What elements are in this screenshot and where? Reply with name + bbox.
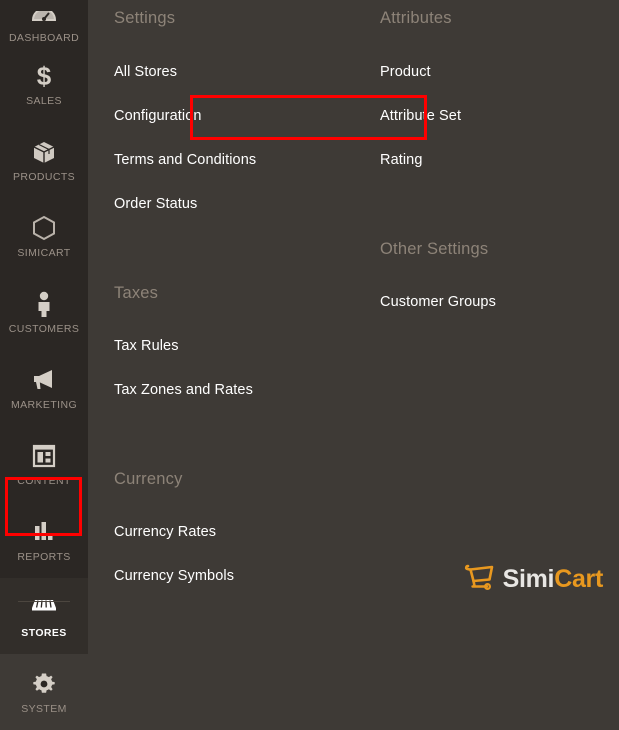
- menu-item-order-status[interactable]: Order Status: [114, 196, 197, 212]
- menu-item-tax-zones-and-rates[interactable]: Tax Zones and Rates: [114, 382, 253, 398]
- menu-item-product[interactable]: Product: [380, 64, 431, 80]
- menu-item-terms-and-conditions[interactable]: Terms and Conditions: [114, 152, 256, 168]
- sidebar-item-label: PRODUCTS: [13, 171, 75, 183]
- menu-item-configuration[interactable]: Configuration: [114, 108, 202, 124]
- sidebar-item-reports[interactable]: REPORTS: [0, 502, 88, 578]
- menu-item-all-stores[interactable]: All Stores: [114, 64, 177, 80]
- svg-text:$: $: [37, 62, 52, 90]
- stores-menu-panel: Settings All Stores Configuration Terms …: [88, 0, 619, 611]
- person-icon: [33, 289, 55, 319]
- logo-text-simi: Simi: [503, 565, 555, 593]
- dollar-icon: $: [31, 61, 57, 91]
- sidebar-item-marketing[interactable]: MARKETING: [0, 350, 88, 426]
- menu-item-attribute-set[interactable]: Attribute Set: [380, 108, 461, 124]
- group-title-settings: Settings: [114, 9, 175, 28]
- logo-text-cart: Cart: [554, 565, 603, 593]
- shopping-cart-icon: [463, 562, 497, 597]
- sidebar-item-label: MARKETING: [11, 399, 77, 411]
- sidebar-item-products[interactable]: PRODUCTS: [0, 122, 88, 198]
- layout-icon: [31, 441, 57, 471]
- sidebar-item-customers[interactable]: CUSTOMERS: [0, 274, 88, 350]
- sidebar-divider: [18, 601, 70, 602]
- sidebar-item-content[interactable]: CONTENT: [0, 426, 88, 502]
- logo-text: SimiCart: [503, 567, 603, 592]
- sidebar-item-label: REPORTS: [17, 551, 70, 563]
- group-title-taxes: Taxes: [114, 284, 158, 303]
- group-title-currency: Currency: [114, 470, 183, 489]
- sidebar-item-label: STORES: [21, 627, 66, 639]
- menu-item-rating[interactable]: Rating: [380, 152, 423, 168]
- group-title-attributes: Attributes: [380, 9, 452, 28]
- simicart-logo: SimiCart: [463, 562, 603, 597]
- gear-icon: [31, 669, 57, 699]
- sidebar-item-label: SIMICART: [17, 247, 70, 259]
- sidebar-item-label: SYSTEM: [21, 703, 67, 715]
- sidebar-item-label: SALES: [26, 95, 62, 107]
- bar-chart-icon: [31, 517, 57, 547]
- menu-item-currency-rates[interactable]: Currency Rates: [114, 524, 216, 540]
- sidebar-item-label: CUSTOMERS: [9, 323, 80, 335]
- storefront-icon: [29, 593, 59, 623]
- sidebar-item-system[interactable]: SYSTEM: [0, 654, 88, 730]
- box-icon: [30, 137, 58, 167]
- admin-menu-screen: DASHBOARD $ SALES PRODUCTS: [0, 0, 619, 611]
- sidebar-item-label: DASHBOARD: [9, 32, 79, 44]
- menu-item-customer-groups[interactable]: Customer Groups: [380, 294, 496, 310]
- sidebar-item-sales[interactable]: $ SALES: [0, 46, 88, 122]
- gauge-icon: [31, 11, 57, 29]
- sidebar-item-simicart[interactable]: SIMICART: [0, 198, 88, 274]
- hexagon-icon: [31, 213, 57, 243]
- sidebar-item-dashboard[interactable]: DASHBOARD: [0, 0, 88, 46]
- menu-item-currency-symbols[interactable]: Currency Symbols: [114, 568, 234, 584]
- sidebar-item-label: CONTENT: [17, 475, 71, 487]
- menu-item-tax-rules[interactable]: Tax Rules: [114, 338, 179, 354]
- main-sidebar: DASHBOARD $ SALES PRODUCTS: [0, 0, 88, 611]
- group-title-other-settings: Other Settings: [380, 240, 488, 259]
- sidebar-item-stores[interactable]: STORES: [0, 578, 88, 654]
- megaphone-icon: [30, 365, 58, 395]
